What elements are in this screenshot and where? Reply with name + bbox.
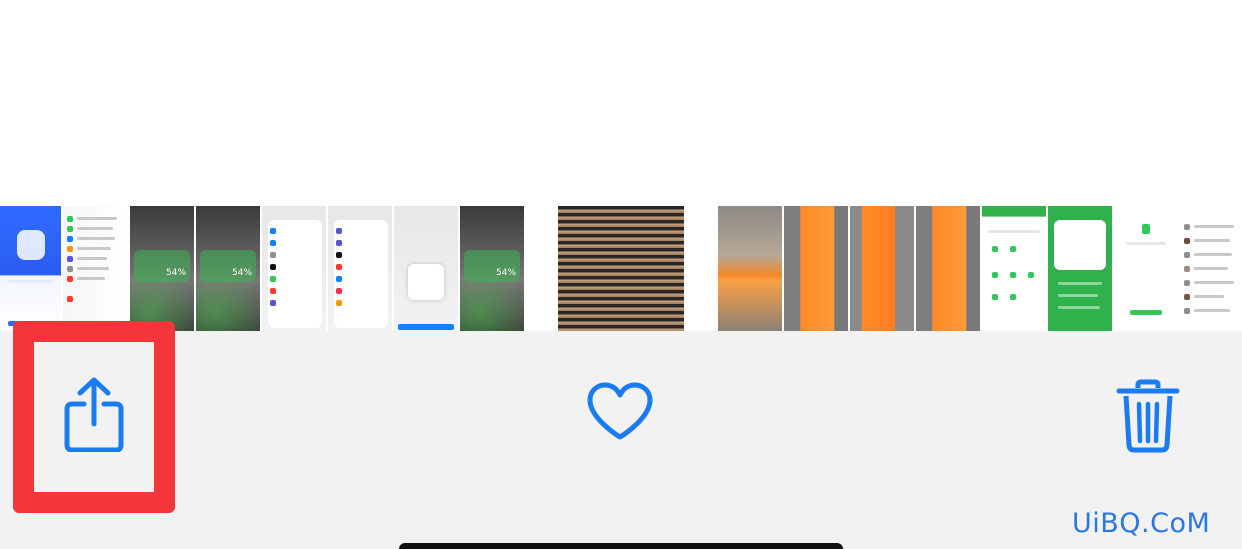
thumb-app-screenshot-blue[interactable] [0, 206, 61, 331]
battery-percent-label: 54% [166, 268, 187, 278]
battery-percent-label: 54% [496, 268, 517, 278]
thumb-settings-panel-2[interactable] [328, 206, 392, 331]
thumb-peace-shadow-1[interactable] [850, 206, 914, 331]
battery-percent-label: 54% [232, 268, 253, 278]
thumb-city-widget-3[interactable]: 54% [460, 206, 524, 331]
trash-icon [1116, 379, 1180, 453]
home-indicator[interactable] [399, 543, 843, 549]
thumb-city-widget-2[interactable]: 54% [196, 206, 260, 331]
thumb-green-app-1[interactable] [982, 206, 1046, 331]
thumb-city-widget-1[interactable]: 54% [130, 206, 194, 331]
thumb-orange-light-2[interactable] [784, 206, 848, 331]
thumb-green-app-2[interactable] [1048, 206, 1112, 331]
thumb-contact-list[interactable] [1180, 206, 1242, 331]
thumb-orange-light-1[interactable] [718, 206, 782, 331]
thumb-settings-list[interactable] [63, 206, 128, 331]
thumb-peace-shadow-2[interactable] [916, 206, 980, 331]
watermark: UiBQ.CoM [1072, 508, 1211, 539]
bottom-toolbar [0, 331, 1242, 549]
thumb-green-app-3[interactable] [1114, 206, 1178, 331]
thumbnail-scrubber[interactable]: 54% 54% 54% [0, 202, 1242, 331]
thumb-usage-popup[interactable] [394, 206, 458, 331]
thumb-settings-panel-1[interactable] [262, 206, 326, 331]
thumb-blinds-photo[interactable] [558, 206, 684, 331]
favorite-button[interactable] [582, 377, 658, 447]
photo-viewer-area[interactable] [0, 0, 1242, 202]
share-button-highlight [13, 321, 175, 513]
delete-button[interactable] [1110, 373, 1186, 459]
heart-icon [587, 382, 653, 440]
